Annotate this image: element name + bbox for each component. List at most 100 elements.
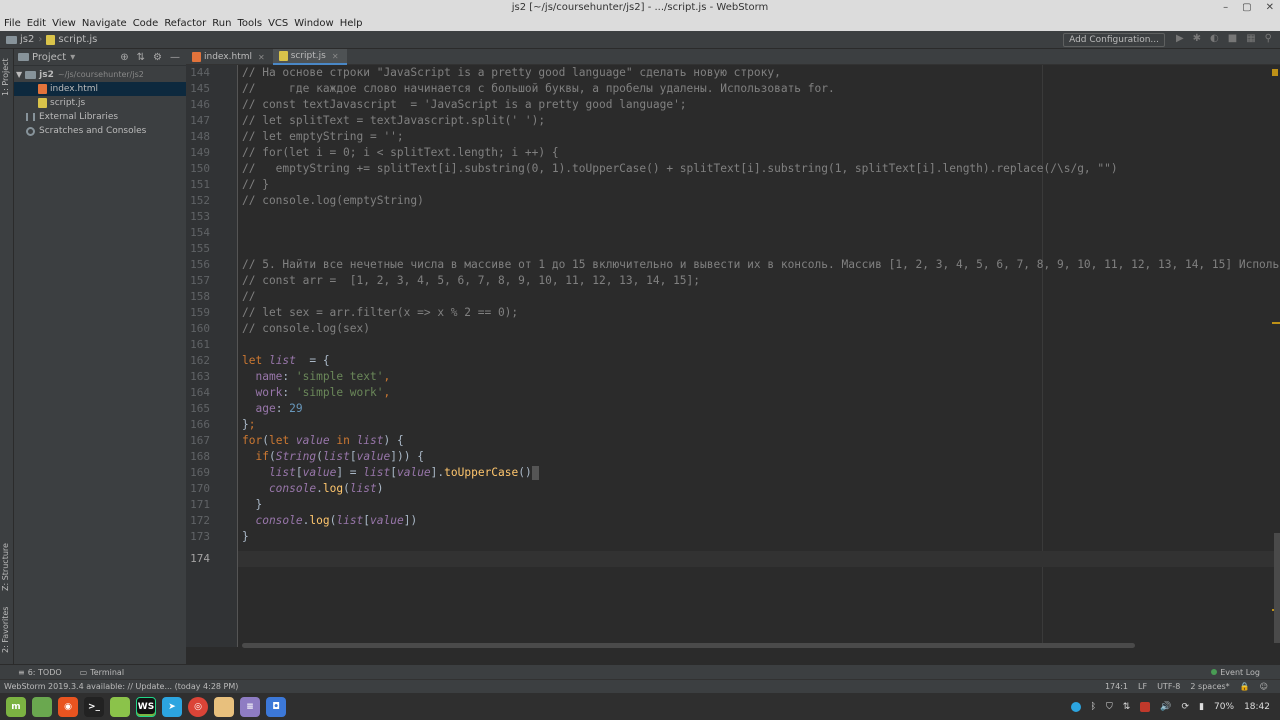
locate-file-icon[interactable]: ⊕ — [120, 52, 128, 63]
line-number: 148 — [190, 130, 210, 143]
horizontal-scrollbar[interactable] — [242, 643, 1135, 648]
close-tab-icon[interactable]: ✕ — [332, 52, 339, 61]
status-message[interactable]: WebStorm 2019.3.4 available: // Update..… — [4, 680, 238, 693]
line-number: 146 — [190, 98, 210, 111]
tree-item-root[interactable]: ▼ js2 ~/js/coursehunter/js2 — [14, 68, 186, 82]
js-file-icon — [38, 98, 47, 108]
terminal-app-icon[interactable]: >_ — [84, 696, 104, 717]
minimize-icon[interactable]: – — [1223, 0, 1228, 16]
breadcrumb-project[interactable]: js2 — [20, 34, 34, 45]
text-editor-icon[interactable]: ≡ — [240, 696, 260, 717]
line-number-current: 174 — [190, 552, 210, 565]
project-tool-tab[interactable]: 1: Project — [1, 55, 13, 99]
code-line: // for(let i = 0; i < splitText.length; … — [242, 146, 559, 159]
hide-panel-icon[interactable]: — — [170, 52, 180, 63]
network-icon[interactable]: ⇅ — [1123, 702, 1131, 712]
caret-position[interactable]: 174:1 — [1105, 680, 1128, 693]
coverage-icon[interactable]: ◐ — [1210, 33, 1219, 44]
line-number: 168 — [190, 450, 210, 463]
terminal-tool-tab[interactable]: ▭ Terminal — [80, 668, 124, 677]
tab-index-html[interactable]: index.html ✕ — [186, 49, 273, 65]
code-token: } — [242, 530, 249, 543]
webstorm-icon[interactable]: WS — [136, 696, 156, 717]
shield-icon[interactable]: ⛉ — [1106, 702, 1113, 712]
volume-icon[interactable]: 🔊 — [1160, 702, 1171, 712]
tree-item-index-html[interactable]: index.html — [14, 82, 186, 96]
tree-item-external-libraries[interactable]: External Libraries — [14, 110, 186, 124]
code-token: let — [268, 434, 296, 447]
clock[interactable]: 18:42 — [1244, 702, 1270, 712]
code-line: list[value] = list[value].toUpperCase() — [242, 465, 539, 481]
menu-window[interactable]: Window — [294, 16, 333, 31]
warning-marker[interactable] — [1272, 322, 1280, 324]
maximize-icon[interactable]: ▢ — [1242, 0, 1251, 16]
menu-help[interactable]: Help — [340, 16, 363, 31]
tab-script-js[interactable]: script.js ✕ — [272, 49, 347, 65]
menu-vcs[interactable]: VCS — [268, 16, 288, 31]
breadcrumb-file[interactable]: script.js — [58, 34, 97, 45]
code-token: age — [242, 402, 276, 415]
line-separator[interactable]: LF — [1138, 680, 1147, 693]
menu-view[interactable]: View — [52, 16, 76, 31]
file-encoding[interactable]: UTF-8 — [1157, 680, 1180, 693]
code-token: work — [242, 386, 283, 399]
project-panel-title[interactable]: Project — [32, 52, 66, 63]
menu-refactor[interactable]: Refactor — [164, 16, 206, 31]
structure-tool-tab[interactable]: Z: Structure — [1, 541, 13, 593]
menu-file[interactable]: File — [4, 16, 21, 31]
favorites-tool-tab[interactable]: 2: Favorites — [1, 604, 13, 656]
breadcrumb-separator: › — [38, 34, 43, 45]
menu-run[interactable]: Run — [212, 16, 231, 31]
add-configuration-button[interactable]: Add Configuration... — [1063, 33, 1165, 47]
archive-icon[interactable] — [214, 696, 234, 717]
debug-icon[interactable]: ✱ — [1193, 33, 1201, 44]
battery-icon[interactable]: ▮ — [1199, 702, 1204, 712]
gear-icon[interactable]: ⚙ — [153, 52, 162, 63]
search-icon[interactable]: ⚲ — [1265, 33, 1272, 44]
menu-edit[interactable]: Edit — [27, 16, 46, 31]
tree-item-script-js[interactable]: script.js — [14, 96, 186, 110]
folder-icon — [25, 71, 37, 79]
tree-item-scratches[interactable]: Scratches and Consoles — [14, 124, 186, 138]
project-structure-icon[interactable]: ▦ — [1246, 33, 1255, 44]
code-token: ]. — [430, 466, 445, 479]
event-log-tool-tab[interactable]: Event Log — [1211, 668, 1260, 677]
line-number: 170 — [190, 482, 210, 495]
line-number: 159 — [190, 306, 210, 319]
inspector-icon[interactable]: ☺ — [1260, 680, 1268, 693]
stop-icon[interactable]: ■ — [1228, 33, 1237, 44]
show-desktop-icon[interactable] — [32, 696, 52, 717]
telegram-tray-icon[interactable] — [1070, 701, 1081, 712]
line-number: 162 — [190, 354, 210, 367]
window-title: js2 [~/js/coursehunter/js2] - .../script… — [511, 2, 769, 13]
screenshot-icon[interactable]: ◘ — [266, 696, 286, 717]
sync-icon[interactable]: ⟳ — [1182, 702, 1190, 712]
expand-arrow-icon[interactable]: ▼ — [16, 68, 22, 82]
chrome-icon[interactable]: ◎ — [188, 696, 208, 717]
menu-tools[interactable]: Tools — [237, 16, 262, 31]
code-token: if — [242, 450, 269, 463]
menu-code[interactable]: Code — [133, 16, 159, 31]
line-number: 157 — [190, 274, 210, 287]
run-icon[interactable]: ▶ — [1176, 33, 1184, 44]
lock-icon[interactable]: 🔒 — [1240, 680, 1250, 693]
files-icon[interactable] — [110, 696, 130, 717]
editor-area[interactable]: index.html ✕ script.js ✕ 144 145 146 147… — [186, 49, 1280, 664]
warning-marker[interactable] — [1272, 69, 1278, 76]
telegram-icon[interactable]: ➤ — [162, 696, 182, 717]
vertical-scrollbar[interactable] — [1274, 533, 1280, 643]
indent-setting[interactable]: 2 spaces* — [1190, 680, 1229, 693]
chevron-down-icon[interactable]: ▾ — [70, 52, 75, 63]
firefox-icon[interactable]: ◉ — [58, 696, 78, 717]
menu-navigate[interactable]: Navigate — [82, 16, 127, 31]
keyboard-layout-icon[interactable] — [1140, 701, 1151, 712]
code-line: console.log(list) — [242, 481, 384, 497]
close-icon[interactable]: ✕ — [1266, 0, 1274, 16]
bluetooth-icon[interactable]: ᛒ — [1091, 702, 1096, 712]
collapse-all-icon[interactable]: ⇅ — [137, 52, 145, 63]
battery-level[interactable]: 70% — [1214, 702, 1234, 712]
todo-tool-tab[interactable]: ≡ 6: TODO — [18, 668, 62, 677]
line-number: 161 — [190, 338, 210, 351]
close-tab-icon[interactable]: ✕ — [258, 53, 265, 62]
mint-menu-icon[interactable]: m — [6, 696, 26, 717]
